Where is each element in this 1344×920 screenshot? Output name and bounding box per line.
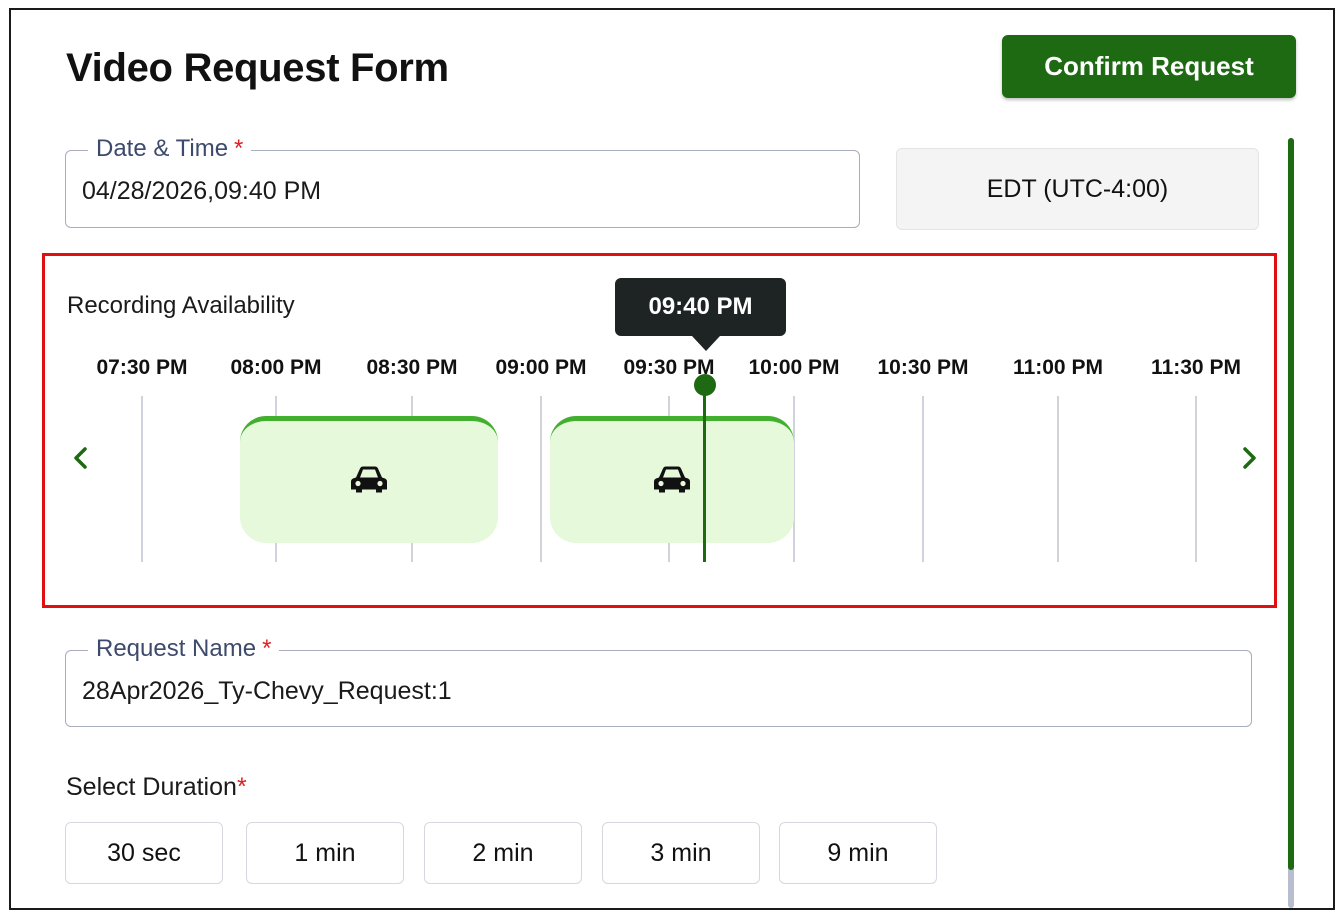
- page-title: Video Request Form: [66, 46, 449, 90]
- date-time-input[interactable]: 04/28/2026,09:40 PM: [82, 177, 321, 206]
- confirm-request-button[interactable]: Confirm Request: [1002, 35, 1296, 98]
- recording-availability-panel: Recording Availability 07:30 PM 08:00 PM 0…: [42, 253, 1277, 608]
- selected-time-tooltip: 09:40 PM: [615, 278, 786, 336]
- duration-option-1-min[interactable]: 1 min: [246, 822, 404, 884]
- timeline-gridline: [540, 396, 542, 562]
- video-request-form: Video Request Form Confirm Request Date …: [9, 8, 1335, 910]
- request-name-input[interactable]: 28Apr2026_Ty-Chevy_Request:1: [82, 677, 452, 706]
- timeline-gridline: [1057, 396, 1059, 562]
- chevron-left-icon[interactable]: [69, 444, 93, 472]
- car-icon: [653, 466, 690, 493]
- required-marker: *: [236, 773, 247, 801]
- timeline-tick-label: 11:00 PM: [1013, 356, 1103, 379]
- required-marker: *: [262, 635, 272, 662]
- select-duration-label: Select Duration*: [66, 773, 247, 801]
- chevron-right-icon[interactable]: [1237, 444, 1261, 472]
- date-time-field[interactable]: Date & Time * 04/28/2026,09:40 PM: [65, 135, 860, 228]
- required-marker: *: [234, 135, 244, 162]
- timeline-tick-label: 10:30 PM: [877, 356, 969, 379]
- tooltip-pointer: [692, 336, 720, 351]
- timeline-tick-label: 08:00 PM: [230, 356, 322, 379]
- duration-option-30-sec[interactable]: 30 sec: [65, 822, 223, 884]
- scrollbar-thumb[interactable]: [1288, 138, 1294, 870]
- request-name-label: Request Name *: [88, 635, 280, 663]
- time-cursor-line[interactable]: [703, 384, 706, 562]
- recording-segment[interactable]: [240, 416, 498, 543]
- timeline-tick-label: 09:00 PM: [495, 356, 587, 379]
- timeline-tick-label: 07:30 PM: [96, 356, 188, 379]
- timeline-gridline: [922, 396, 924, 562]
- timezone-display: EDT (UTC-4:00): [896, 148, 1259, 230]
- date-time-label: Date & Time *: [88, 135, 252, 163]
- duration-option-3-min[interactable]: 3 min: [602, 822, 760, 884]
- duration-option-9-min[interactable]: 9 min: [779, 822, 937, 884]
- timeline-tick-label: 10:00 PM: [748, 356, 840, 379]
- recording-segment[interactable]: [549, 416, 794, 543]
- timeline-gridline: [1195, 396, 1197, 562]
- timeline-tick-label: 08:30 PM: [366, 356, 458, 379]
- recording-availability-label: Recording Availability: [67, 292, 295, 319]
- request-name-field[interactable]: Request Name * 28Apr2026_Ty-Chevy_Request…: [65, 635, 1252, 727]
- timeline-tick-label: 11:30 PM: [1151, 356, 1241, 379]
- time-cursor-handle[interactable]: [694, 374, 716, 396]
- duration-option-2-min[interactable]: 2 min: [424, 822, 582, 884]
- car-icon: [351, 466, 388, 493]
- timeline-gridline: [141, 396, 143, 562]
